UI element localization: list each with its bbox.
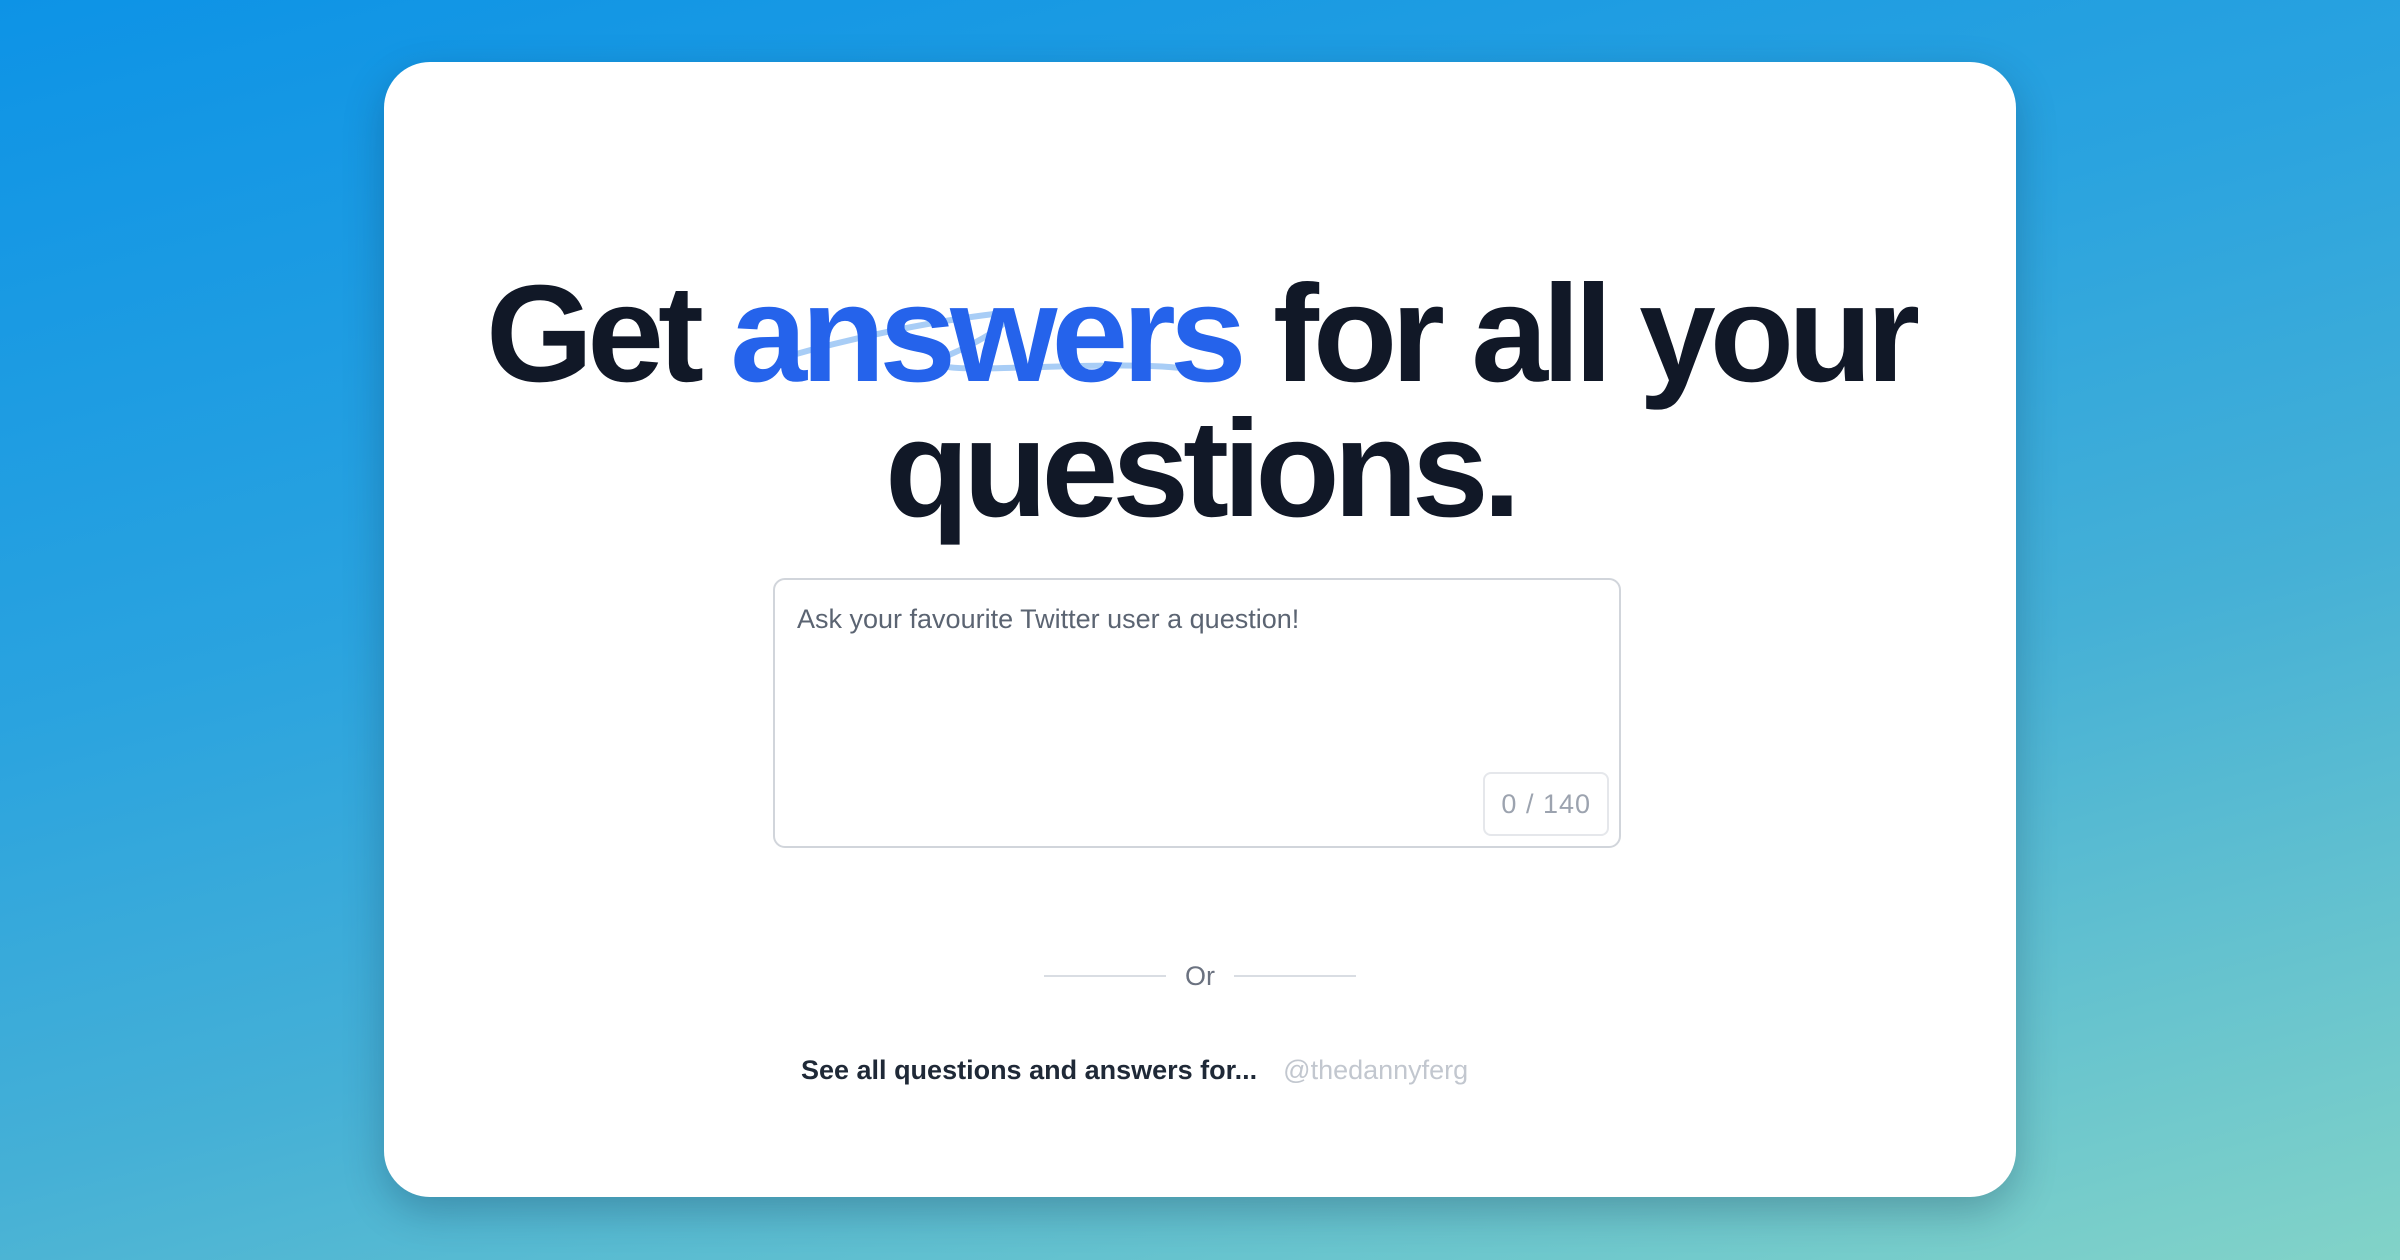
headline-part-1: Get — [485, 257, 731, 411]
page-headline: Get answers for all your questions. — [384, 265, 2016, 538]
headline-accent-word: answers — [730, 257, 1246, 411]
question-box: 0 / 140 — [773, 578, 1621, 848]
see-all-label: See all questions and answers for... — [801, 1055, 1258, 1085]
see-all-row: See all questions and answers for... — [801, 1055, 1544, 1086]
divider-line-right — [1234, 975, 1356, 977]
username-input[interactable] — [1283, 1055, 1544, 1086]
headline-part-2: for all your — [1240, 257, 1920, 411]
or-divider: Or — [1044, 952, 1356, 1000]
main-card: Get answers for all your questions. 0 / … — [384, 62, 2016, 1197]
headline-line-2: questions. — [884, 392, 1521, 546]
character-counter: 0 / 140 — [1483, 772, 1609, 836]
